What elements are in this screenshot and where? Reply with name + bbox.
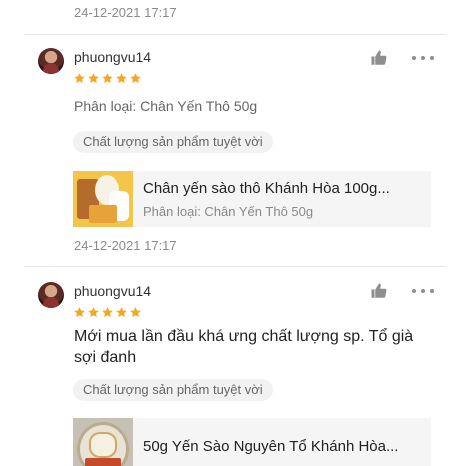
star-icon <box>116 307 127 318</box>
reviewer-username[interactable]: phuongvu14 <box>74 49 151 65</box>
quality-tag[interactable]: Chất lượng sản phẩm tuyệt vời <box>73 131 273 153</box>
review-variant: Phân loại: Chân Yến Thô 50g <box>74 98 258 114</box>
divider <box>25 34 445 35</box>
star-icon <box>130 307 141 318</box>
product-name: 50g Yến Sào Nguyên Tổ Khánh Hòa... <box>143 438 399 455</box>
thumbs-up-icon[interactable] <box>370 49 388 67</box>
star-icon <box>130 73 141 84</box>
avatar[interactable] <box>38 282 64 308</box>
star-icon <box>74 307 85 318</box>
divider <box>25 266 445 267</box>
star-icon <box>102 307 113 318</box>
top-review-date: 24-12-2021 17:17 <box>74 5 177 20</box>
star-icon <box>102 73 113 84</box>
review-date: 24-12-2021 17:17 <box>74 238 177 253</box>
product-variant: Phân loại: Chân Yến Thô 50g <box>143 204 314 219</box>
star-rating <box>73 306 142 319</box>
review-comment: Mới mua lần đầu khá ưng chất lượng sp. T… <box>74 328 414 366</box>
product-thumbnail <box>73 418 133 466</box>
star-icon <box>88 73 99 84</box>
quality-tag[interactable]: Chất lượng sản phẩm tuyệt vời <box>73 379 273 401</box>
product-card[interactable]: 50g Yến Sào Nguyên Tổ Khánh Hòa... <box>73 418 431 466</box>
star-icon <box>74 73 85 84</box>
product-card[interactable]: Chân yến sào thô Khánh Hòa 100g... Phân … <box>73 171 431 227</box>
thumbs-up-icon[interactable] <box>370 282 388 300</box>
star-icon <box>116 73 127 84</box>
avatar[interactable] <box>38 48 64 74</box>
more-dots-icon[interactable] <box>412 54 434 62</box>
star-icon <box>88 307 99 318</box>
product-name: Chân yến sào thô Khánh Hòa 100g... <box>143 180 390 197</box>
product-thumbnail <box>73 171 133 227</box>
star-rating <box>73 72 142 85</box>
reviewer-username[interactable]: phuongvu14 <box>74 283 151 299</box>
more-dots-icon[interactable] <box>412 287 434 295</box>
